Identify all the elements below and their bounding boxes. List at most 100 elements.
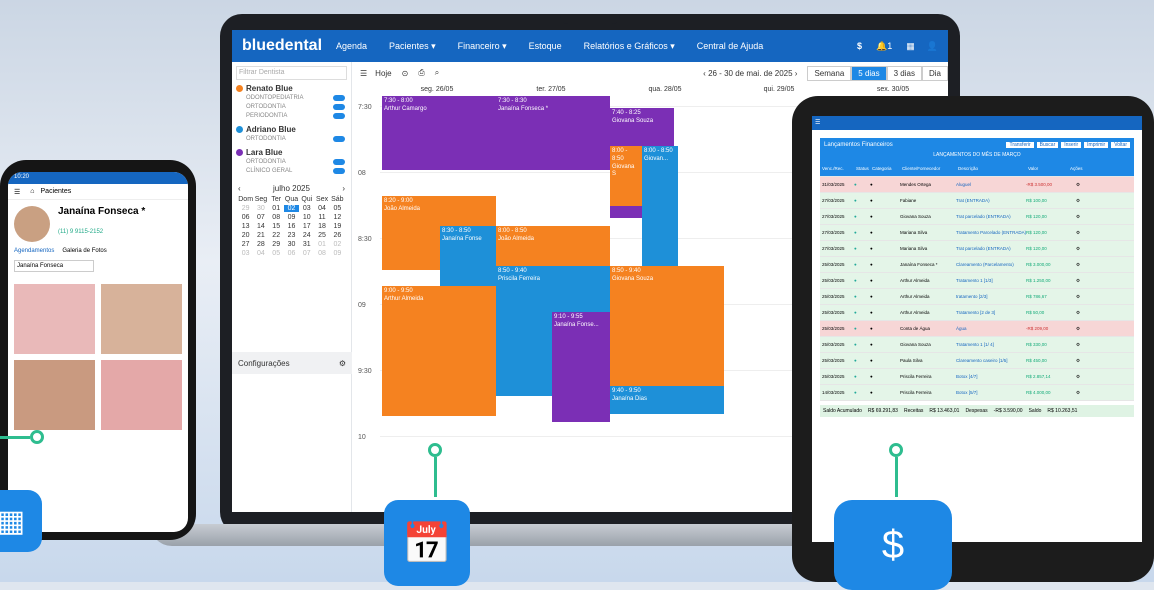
day-header[interactable]: seg. 26/05 [382,86,492,93]
config-bar[interactable]: Configurações ⚙ [232,352,352,374]
calendar-day[interactable]: 25 [314,232,329,239]
toggle-switch[interactable] [333,104,345,110]
photo-thumb[interactable] [14,360,95,430]
column-header[interactable]: Status [854,166,870,171]
prev-month-icon[interactable]: ‹ [238,184,241,193]
calendar-day[interactable]: 12 [330,214,345,221]
toggle-switch[interactable] [333,113,345,119]
grid-icon[interactable]: ▦ [906,41,915,52]
tablet-action-button[interactable]: Inserir [1061,142,1082,148]
calendar-day[interactable]: 01 [269,205,284,212]
action-icon[interactable]: ⚙ [1068,182,1088,188]
appointment-event[interactable]: 7:30 - 8:30 Janaína Fonseca * [496,96,610,170]
tablet-action-button[interactable]: Imprimir [1084,142,1109,148]
today-button[interactable]: Hoje [375,69,391,78]
calendar-day[interactable]: 18 [314,223,329,230]
table-row[interactable]: 25/03/2025 ● ● Janaína Fonseca * Clareamento… [820,257,1134,273]
calendar-day[interactable]: 05 [330,205,345,212]
nav-financeiro[interactable]: Financeiro ▾ [458,41,507,52]
table-row[interactable]: 25/03/2025 ● ● Conta de Água Água -R$ 209,00 ⚙ [820,321,1134,337]
date-range[interactable]: ‹ 26 - 30 de mai. de 2025 › [703,69,797,78]
calendar-day[interactable]: 09 [330,250,345,257]
print-icon[interactable]: ⎙ [418,68,424,78]
calendar-day[interactable]: 21 [253,232,268,239]
dentist-name[interactable]: Renato Blue [236,84,347,93]
tablet-action-button[interactable]: Transferir [1006,142,1034,148]
nav-agenda[interactable]: Agenda [336,41,367,51]
tab-agendamentos[interactable]: Agendamentos [14,248,54,254]
appointment-event[interactable]: 8:30 - 8:50 Janaína Fonse [440,226,496,286]
calendar-day[interactable]: 07 [253,214,268,221]
calendar-day[interactable]: 02 [283,205,300,212]
action-icon[interactable]: ⚙ [1068,342,1088,348]
calendar-day[interactable]: 09 [284,214,299,221]
calendar-day[interactable]: 15 [269,223,284,230]
appointment-event[interactable]: 8:50 - 9:40 Giovana Souza [610,266,724,396]
table-row[interactable]: 25/03/2025 ● ● Priscila Ferreira Botox [4/7]… [820,369,1134,385]
action-icon[interactable]: ⚙ [1068,326,1088,332]
calendar-day[interactable]: 06 [238,214,253,221]
action-icon[interactable]: ⚙ [1068,214,1088,220]
day-header[interactable]: qua. 28/05 [610,86,720,93]
brand-logo[interactable]: bluedental [242,37,322,55]
dentist-name[interactable]: Lara Blue [236,148,347,157]
currency-icon[interactable]: $ [857,41,862,51]
table-row[interactable]: 25/03/2025 ● ● Giovana Souza Tratamento 1 [1… [820,337,1134,353]
table-row[interactable]: 25/03/2025 ● ● Arthur Almeida tratamento [2/… [820,289,1134,305]
gear-icon[interactable]: ⚙ [339,359,346,368]
user-icon[interactable]: 👤 [927,41,938,52]
toggle-switch[interactable] [333,159,345,165]
search-icon[interactable]: ⌕ [435,68,439,78]
appointment-event[interactable]: 9:40 - 9:50 Janaína Dias [610,386,724,414]
calendar-day[interactable]: 06 [284,250,299,257]
dentist-name[interactable]: Adriano Blue [236,125,347,134]
toggle-switch[interactable] [333,168,345,174]
table-row[interactable]: 31/03/2025 ● ● Mendes Ortega Aluguel -R$ 3.50… [820,177,1134,193]
table-row[interactable]: 27/03/2025 ● ● Fabiane Trat (ENTRADA) R$ 100,… [820,193,1134,209]
table-row[interactable]: 27/03/2025 ● ● Giovana Souza Trat parcelado … [820,209,1134,225]
calendar-day[interactable]: 04 [314,205,329,212]
nav-ajuda[interactable]: Central de Ajuda [697,41,764,51]
action-icon[interactable]: ⚙ [1068,198,1088,204]
calendar-day[interactable]: 30 [253,205,268,212]
calendar-day[interactable]: 23 [284,232,299,239]
tablet-action-button[interactable]: Voltar [1111,142,1130,148]
calendar-day[interactable]: 11 [314,214,329,221]
patient-select[interactable]: Janaína Fonseca [14,260,94,272]
nav-pacientes[interactable]: Pacientes ▾ [389,41,436,52]
photo-thumb[interactable] [101,284,182,354]
action-icon[interactable]: ⚙ [1068,358,1088,364]
calendar-day[interactable]: 07 [299,250,314,257]
action-icon[interactable]: ⚙ [1068,374,1088,380]
appointment-event[interactable]: 8:00 - 8:50 Giovana S [610,146,642,206]
calendar-day[interactable]: 05 [269,250,284,257]
nav-estoque[interactable]: Estoque [529,41,562,51]
column-header[interactable]: Ações [1068,166,1088,171]
action-icon[interactable]: ⚙ [1068,230,1088,236]
table-row[interactable]: 27/03/2025 ● ● Mariana Silva Trat parcelado … [820,241,1134,257]
home-icon[interactable]: ⌂ [30,188,34,195]
calendar-day[interactable]: 13 [238,223,253,230]
table-row[interactable]: 25/03/2025 ● ● Arthur Almeida Tratamento 1 [… [820,273,1134,289]
calendar-day[interactable]: 10 [299,214,314,221]
calendar-day[interactable]: 16 [284,223,299,230]
calendar-day[interactable]: 08 [269,214,284,221]
calendar-day[interactable]: 02 [330,241,345,248]
calendar-day[interactable]: 03 [299,205,314,212]
column-header[interactable]: Cliente/Fornecedor [900,166,956,171]
column-header[interactable]: Categoria [870,166,900,171]
column-header[interactable]: Venc./Rec. [820,166,854,171]
calendar-day[interactable]: 04 [253,250,268,257]
calendar-day[interactable]: 14 [253,223,268,230]
calendar-day[interactable]: 22 [269,232,284,239]
view-button[interactable]: 3 dias [886,65,922,81]
calendar-day[interactable]: 27 [238,241,253,248]
calendar-day[interactable]: 29 [269,241,284,248]
day-header[interactable]: qui. 29/05 [724,86,834,93]
action-icon[interactable]: ⚙ [1068,390,1088,396]
calendar-day[interactable]: 31 [299,241,314,248]
calendar-day[interactable]: 08 [314,250,329,257]
calendar-day[interactable]: 30 [284,241,299,248]
view-button[interactable]: 5 dias [851,65,887,81]
action-icon[interactable]: ⚙ [1068,294,1088,300]
